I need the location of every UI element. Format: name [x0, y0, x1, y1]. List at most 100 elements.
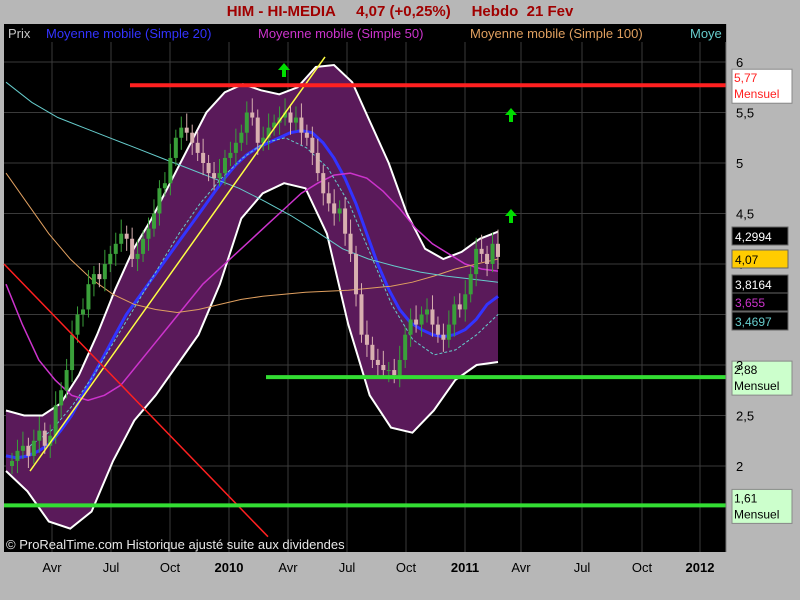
candle-body [490, 243, 495, 264]
legend-item: Moyenne mobile (Simple 50) [258, 26, 423, 41]
level-value: 1,61 [734, 491, 758, 505]
candle-body [386, 370, 391, 372]
y-tick-label: 3 [736, 358, 743, 373]
legend-item: Moye [690, 26, 722, 41]
y-tick-label: 6 [736, 55, 743, 70]
candle-body [20, 445, 25, 451]
level-value: 5,77 [734, 71, 758, 85]
candle-body [168, 157, 173, 184]
candle-body [15, 450, 20, 461]
x-axis: Avr Jul Oct 2010 Avr Jul Oct 2011 Avr Jul Oct 2012 [42, 560, 714, 575]
x-tick-label: Avr [511, 560, 531, 575]
y-tick-label: 2 [736, 459, 743, 474]
candle-body [59, 390, 64, 406]
candle-body [64, 370, 69, 391]
x-tick-label: 2011 [451, 560, 479, 575]
x-tick-label: Avr [42, 560, 62, 575]
candle-body [446, 324, 451, 340]
candle-body [452, 304, 457, 325]
x-tick-label: Oct [396, 560, 417, 575]
x-tick-label: Oct [632, 560, 653, 575]
legend-item: Moyenne mobile (Simple 20) [46, 26, 211, 41]
candle-body [430, 309, 435, 325]
candle-body [364, 334, 369, 345]
candle-body [304, 132, 309, 138]
candle-body [414, 319, 419, 325]
candle-body [42, 430, 47, 446]
candle-body [141, 238, 146, 254]
price-label: 3,655 [735, 296, 765, 310]
candle-body [370, 344, 375, 360]
candle-body [315, 152, 320, 174]
candle-body [441, 334, 446, 340]
candle-body [212, 173, 217, 179]
candle-body [201, 152, 206, 163]
candle-body [10, 460, 14, 466]
candle-body [26, 445, 31, 456]
candle-body [222, 157, 227, 174]
candle-body [250, 112, 255, 118]
candle-body [146, 228, 151, 239]
candle-body [206, 163, 211, 174]
candle-body [375, 359, 380, 365]
candle-body [80, 309, 85, 315]
candle-body [70, 334, 75, 371]
x-tick-label: 2012 [686, 560, 715, 575]
candle-body [228, 152, 233, 158]
x-tick-label: Jul [574, 560, 591, 575]
candle-body [468, 274, 473, 295]
price-label: 3,4697 [735, 315, 772, 329]
candle-body [397, 359, 402, 376]
candle-body [288, 112, 293, 123]
candle-body [244, 112, 249, 133]
candle-body [173, 137, 178, 158]
candle-body [162, 183, 167, 189]
candle-body [91, 274, 96, 285]
candle-body [119, 233, 124, 244]
chart-title: HIM - HI-MEDIA 4,07 (+0,25%) Hebdo 21 Fe… [0, 0, 800, 24]
copyright-text: © ProRealTime.com Historique ajusté suit… [6, 537, 345, 552]
candle-body [343, 208, 348, 234]
legend: Prix Moyenne mobile (Simple 20) Moyenne mo… [4, 24, 726, 42]
candle-body [403, 334, 408, 360]
candle-body [354, 253, 359, 295]
candle-body [485, 253, 490, 264]
candle-body [408, 319, 413, 335]
candle-body [310, 137, 315, 153]
candle-body [217, 173, 222, 179]
candle-body [190, 132, 195, 143]
x-tick-label: Avr [278, 560, 298, 575]
candle-body [419, 314, 424, 325]
legend-item: Moyenne mobile (Simple 100) [470, 26, 643, 41]
level-sublabel: Mensuel [734, 379, 779, 393]
candle-body [337, 208, 342, 214]
x-tick-label: Oct [160, 560, 181, 575]
level-sublabel: Mensuel [734, 87, 779, 101]
candle-body [195, 142, 200, 153]
candle-body [102, 264, 107, 280]
candle-body [463, 294, 468, 310]
x-tick-label: Jul [103, 560, 120, 575]
candle-body [321, 173, 326, 194]
candle-body [293, 117, 298, 123]
candle-body [239, 132, 244, 143]
y-tick-label: 5,5 [736, 106, 754, 121]
candle-body [113, 243, 118, 254]
candle-body [151, 213, 156, 229]
candle-body [255, 117, 260, 143]
candle-body [496, 243, 500, 257]
price-chart: 5,77Mensuel2,88Mensuel1,61Mensuel 22,533… [3, 24, 793, 575]
candle-body [233, 142, 238, 153]
level-sublabel: Mensuel [734, 507, 779, 521]
candle-body [31, 440, 36, 456]
candle-body [179, 127, 184, 138]
price-label: 3,8164 [735, 278, 772, 292]
candle-body [326, 193, 331, 204]
candle-body [97, 274, 102, 280]
candle-body [108, 253, 113, 264]
candle-body [157, 188, 162, 214]
candle-body [479, 248, 484, 254]
candle-body [474, 248, 479, 275]
y-tick-label: 5 [736, 156, 743, 171]
candle-body [184, 127, 189, 133]
